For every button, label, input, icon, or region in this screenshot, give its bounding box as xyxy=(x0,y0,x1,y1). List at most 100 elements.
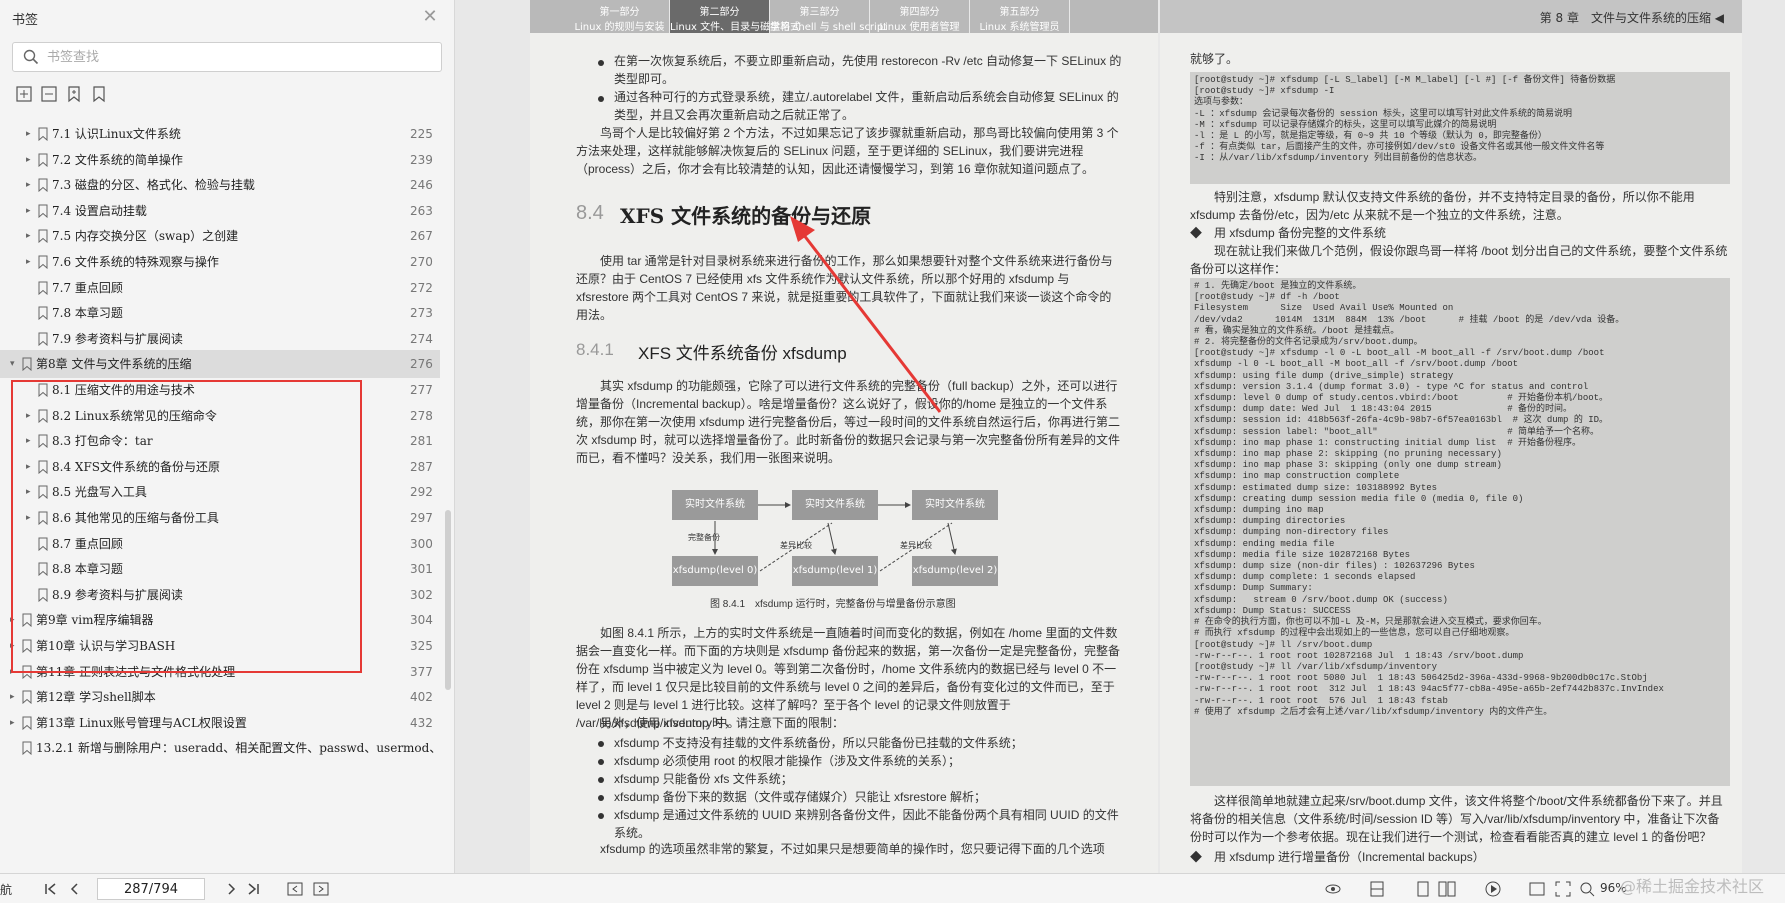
bookmark-search[interactable] xyxy=(12,42,442,72)
expand-all-icon[interactable] xyxy=(14,84,34,104)
bookmark-item[interactable]: ▸ 7.5 内存交换分区（swap）之创建 267 xyxy=(0,222,440,250)
bookmark-item[interactable]: 13.2.1 新增与删除用户：useradd、相关配置文件、passwd、use… xyxy=(0,734,440,762)
single-page-icon[interactable] xyxy=(1414,880,1432,898)
bookmark-icon[interactable] xyxy=(89,84,109,104)
chevron-right-icon[interactable]: ▸ xyxy=(26,255,36,269)
chevron-right-icon[interactable]: ▸ xyxy=(26,127,36,141)
subheading: ◆ 用 xfsdump 备份完整的文件系统 xyxy=(1190,226,1387,240)
eye-care-icon[interactable] xyxy=(1324,880,1342,898)
chevron-right-icon[interactable]: ▸ xyxy=(26,178,36,192)
paragraph: 就够了。 xyxy=(1190,52,1239,66)
paragraph: 鸟哥个人是比较偏好第 2 个方法，不过如果忘记了该步骤就重新启动，那鸟哥比较偏向… xyxy=(576,126,1119,176)
bookmark-icon xyxy=(38,537,48,551)
chevron-right-icon[interactable]: ▸ xyxy=(10,690,20,704)
chevron-right-icon[interactable]: ▸ xyxy=(26,485,36,499)
collapse-all-icon[interactable] xyxy=(39,84,59,104)
search-icon xyxy=(23,49,39,65)
bullet-text: xfsdump 是通过文件系统的 UUID 来辨别各备份文件，因此不能备份两个具… xyxy=(614,808,1119,840)
sidebar-scrollbar[interactable] xyxy=(445,120,451,870)
chevron-right-icon[interactable]: ▸ xyxy=(26,434,36,448)
chevron-right-icon[interactable]: ▸ xyxy=(26,153,36,167)
fullscreen-icon[interactable] xyxy=(1554,880,1572,898)
bookmark-page-number: 270 xyxy=(410,255,433,269)
part-tab-title: 第三部分 xyxy=(799,7,840,18)
bookmark-label: 7.8 本章习题 xyxy=(52,306,123,321)
bookmark-item[interactable]: ▸ 7.2 文件系统的简单操作 239 xyxy=(0,146,440,174)
bullet xyxy=(598,795,604,801)
part-tab-title: 第五部分 xyxy=(999,7,1040,18)
paragraph: 现在就让我们来做几个范例，假设你跟鸟哥一样将 /boot 划分出自己的文件系统，… xyxy=(1190,244,1728,276)
bookmark-item[interactable]: ▸ 8.5 光盘写入工具 292 xyxy=(0,478,440,506)
bookmark-item[interactable]: ▸ 第13章 Linux账号管理与ACL权限设置 432 xyxy=(0,709,440,737)
bookmark-item[interactable]: ▾ 第8章 文件与文件系统的压缩 276 xyxy=(0,350,440,379)
bookmark-item[interactable]: ▸ 7.6 文件系统的特殊观察与操作 270 xyxy=(0,248,440,276)
prev-page-icon[interactable] xyxy=(66,880,84,898)
bookmark-icon xyxy=(38,588,48,602)
close-icon[interactable]: ✕ xyxy=(420,8,440,28)
part-tabs: 第一部分 Linux 的规则与安装 第二部分 Linux 文件、目录与磁盘格式 第三部分… xyxy=(530,0,1158,33)
actual-size-icon[interactable] xyxy=(1528,880,1546,898)
chevron-right-icon[interactable]: ▸ xyxy=(10,613,20,627)
bookmark-item[interactable]: ▸ 8.6 其他常见的压缩与备份工具 297 xyxy=(0,504,440,532)
bookmark-item[interactable]: 7.8 本章习题 273 xyxy=(0,299,440,327)
part-tab[interactable]: 第二部分 Linux 文件、目录与磁盘格式 xyxy=(670,0,800,33)
bookmark-icon xyxy=(22,741,32,756)
bookmark-item[interactable]: ▸ 第12章 学习shell脚本 402 xyxy=(0,683,440,711)
chevron-right-icon[interactable]: ▸ xyxy=(10,639,20,653)
bookmark-item[interactable]: 8.9 参考资料与扩展阅读 302 xyxy=(0,581,440,609)
next-page-icon[interactable] xyxy=(222,880,240,898)
bookmark-item[interactable]: ▸ 7.1 认识Linux文件系统 225 xyxy=(0,120,440,148)
part-tab[interactable]: 第四部分 Linux 使用者管理 xyxy=(870,0,970,33)
bookmark-search-input[interactable] xyxy=(47,47,432,67)
bookmark-page-number: 402 xyxy=(410,690,433,705)
bullet-text: xfsdump 只能备份 xfs 文件系统； xyxy=(614,772,793,786)
chevron-right-icon[interactable]: ▸ xyxy=(26,409,36,423)
zoom-icon[interactable] xyxy=(1578,880,1596,898)
bookmark-item[interactable]: 8.7 重点回顾 300 xyxy=(0,530,440,558)
chevron-right-icon[interactable]: ▸ xyxy=(26,229,36,243)
chevron-right-icon[interactable]: ▸ xyxy=(26,460,36,474)
bookmark-icon xyxy=(38,281,48,295)
part-tab-subtitle: Linux 系统管理员 xyxy=(979,22,1060,33)
bookmark-item[interactable]: 7.9 参考资料与扩展阅读 274 xyxy=(0,325,440,353)
bookmark-item[interactable]: ▸ 第9章 vim程序编辑器 304 xyxy=(0,606,440,634)
bookmark-item[interactable]: 8.8 本章习题 301 xyxy=(0,555,440,583)
bookmark-item[interactable]: ▸ 第11章 正则表达式与文件格式化处理 377 xyxy=(0,658,440,686)
first-page-icon[interactable] xyxy=(42,880,60,898)
bookmark-item[interactable]: ▸ 8.2 Linux系统常见的压缩命令 278 xyxy=(0,402,440,430)
bookmark-icon xyxy=(38,153,48,167)
last-page-icon[interactable] xyxy=(244,880,262,898)
chevron-down-icon[interactable]: ▾ xyxy=(10,357,20,371)
bookmark-icon xyxy=(22,613,32,628)
bookmark-item[interactable]: ▸ 7.3 磁盘的分区、格式化、检验与挂载 246 xyxy=(0,171,440,199)
chevron-right-icon[interactable]: ▸ xyxy=(26,204,36,218)
bookmark-item[interactable]: 8.1 压缩文件的用途与技术 277 xyxy=(0,376,440,404)
fit-page-icon[interactable] xyxy=(1368,880,1386,898)
bookmark-item[interactable]: ▸ 8.4 XFS文件系统的备份与还原 287 xyxy=(0,453,440,481)
bullet xyxy=(598,777,604,783)
back-icon[interactable] xyxy=(286,880,304,898)
double-page-icon[interactable] xyxy=(1438,880,1456,898)
part-tab[interactable]: 第一部分 Linux 的规则与安装 xyxy=(570,0,670,33)
bullet-text: xfsdump 不支持没有挂载的文件系统备份，所以只能备份已挂载的文件系统； xyxy=(614,736,1023,750)
forward-icon[interactable] xyxy=(312,880,330,898)
bookmark-icon xyxy=(38,204,48,218)
bookmark-item[interactable]: ▸ 第10章 认识与学习BASH 325 xyxy=(0,632,440,660)
bookmark-item[interactable]: ▸ 8.3 打包命令：tar 281 xyxy=(0,427,440,455)
bookmark-item[interactable]: ▸ 7.4 设置启动挂载 263 xyxy=(0,197,440,225)
part-tab[interactable]: 第三部分 学习 shell 与 shell script xyxy=(770,0,887,33)
page-number-input[interactable] xyxy=(97,878,205,900)
play-icon[interactable] xyxy=(1484,880,1502,898)
bookmark-label: 第12章 学习shell脚本 xyxy=(36,690,156,705)
add-bookmark-icon[interactable] xyxy=(64,84,84,104)
part-tab[interactable]: 第五部分 Linux 系统管理员 xyxy=(970,0,1070,33)
bookmark-page-number: 278 xyxy=(410,408,433,423)
bookmark-item[interactable]: 7.7 重点回顾 272 xyxy=(0,274,440,302)
bookmark-page-number: 276 xyxy=(410,357,433,372)
bookmark-label: 8.1 压缩文件的用途与技术 xyxy=(52,383,195,397)
chevron-right-icon[interactable]: ▸ xyxy=(10,665,20,679)
chevron-right-icon[interactable]: ▸ xyxy=(10,716,20,730)
scrollbar-thumb[interactable] xyxy=(445,510,451,690)
chevron-right-icon[interactable]: ▸ xyxy=(26,511,36,525)
bookmark-label: 第9章 vim程序编辑器 xyxy=(36,613,154,628)
